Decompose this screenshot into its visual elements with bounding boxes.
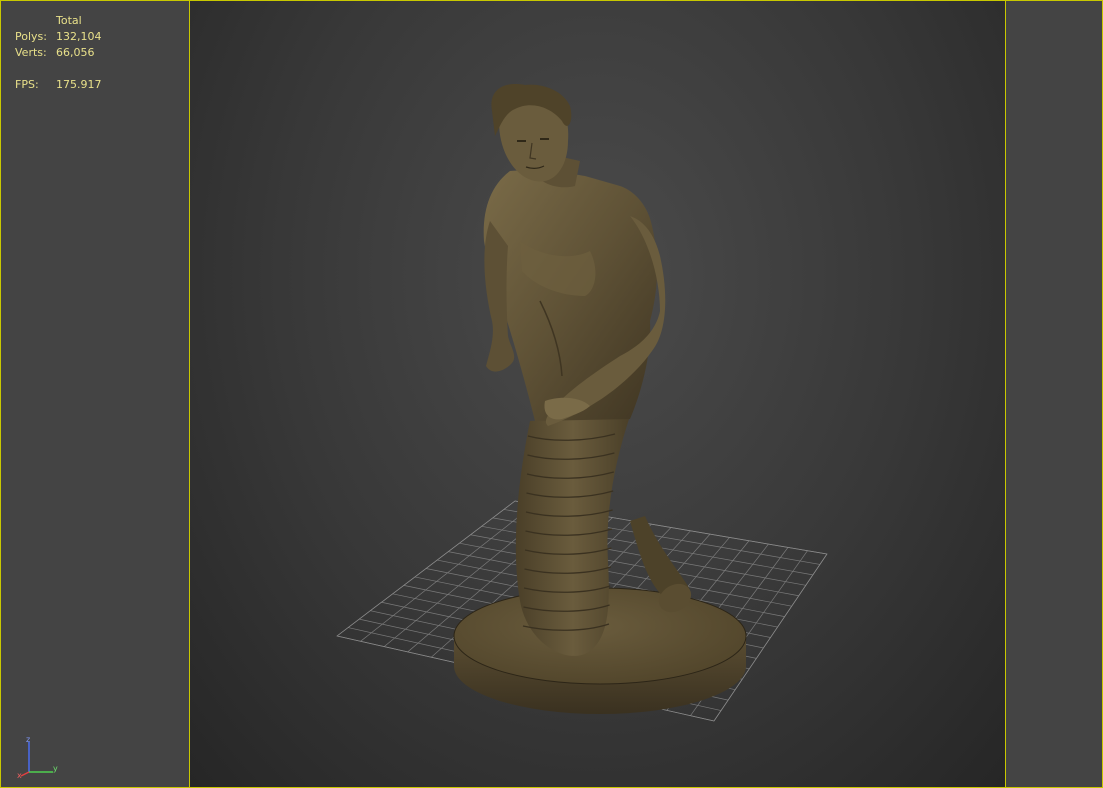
verts-row: Verts: 66,056 (15, 45, 102, 61)
stats-header: Total (56, 14, 82, 27)
fps-row: FPS: 175.917 (15, 77, 102, 93)
viewport-statistics: Total Polys: 132,104 Verts: 66,056 FPS: … (15, 13, 102, 93)
gizmo-z-label: z (26, 735, 30, 744)
verts-label: Verts: (15, 46, 47, 59)
viewport-scene[interactable] (190, 1, 1005, 787)
polys-label: Polys: (15, 30, 47, 43)
polys-value: 132,104 (56, 30, 102, 43)
naga-head (491, 84, 580, 188)
naga-torso (483, 170, 666, 426)
fps-value: 175.917 (56, 78, 102, 91)
gizmo-y-label: y (53, 764, 58, 773)
perspective-viewport[interactable]: Total Polys: 132,104 Verts: 66,056 FPS: … (0, 0, 1103, 788)
gizmo-x-label: x (17, 771, 22, 779)
safe-frame-left-margin (1, 1, 190, 787)
stats-header-row: Total (15, 13, 102, 29)
polys-row: Polys: 132,104 (15, 29, 102, 45)
verts-value: 66,056 (56, 46, 95, 59)
safe-frame-right-margin (1005, 1, 1102, 787)
fps-label: FPS: (15, 78, 39, 91)
axis-gizmo: z y x (17, 735, 58, 779)
